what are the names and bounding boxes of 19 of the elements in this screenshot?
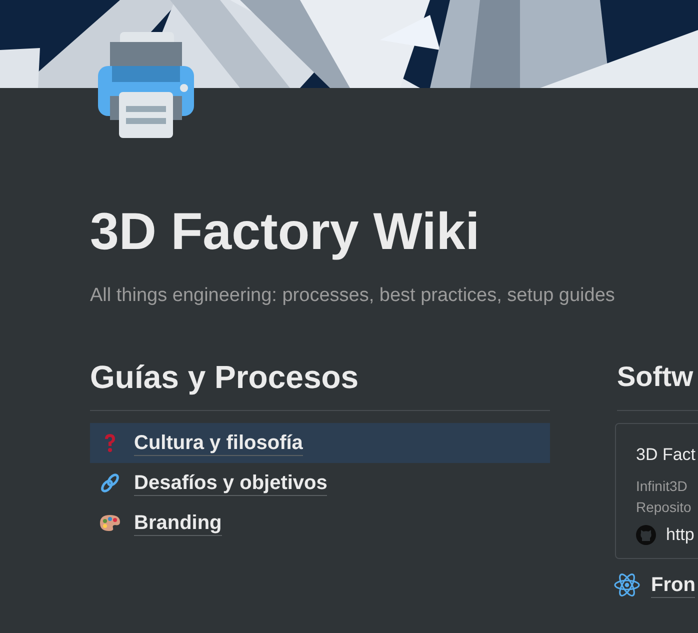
section-heading: Softw — [617, 360, 694, 394]
printer-icon — [98, 32, 194, 138]
page-link[interactable]: Desafíos y objetivos — [90, 463, 550, 503]
page-link[interactable]: Branding — [90, 503, 550, 543]
card-background[interactable]: 3D Fact Infinit3D Reposito http — [615, 423, 698, 559]
card-description: Reposito — [636, 498, 692, 517]
card-title: 3D Fact — [636, 444, 697, 466]
question-mark-icon — [103, 433, 117, 453]
page-link[interactable]: Fron — [607, 565, 698, 605]
page-link[interactable]: Cultura y filosofía — [90, 423, 550, 463]
page-description: All things engineering: processes, best practices, setup guides — [90, 284, 616, 308]
card-link[interactable]: http — [666, 524, 694, 546]
palette-icon — [99, 514, 121, 532]
octocat-icon — [636, 525, 656, 545]
card-description: Infinit3D — [636, 477, 688, 496]
page-title: 3D Factory Wiki — [90, 202, 481, 263]
atom-icon — [614, 573, 640, 597]
section-heading: Guías y Procesos — [90, 358, 360, 397]
chain-link-icon — [100, 473, 120, 493]
